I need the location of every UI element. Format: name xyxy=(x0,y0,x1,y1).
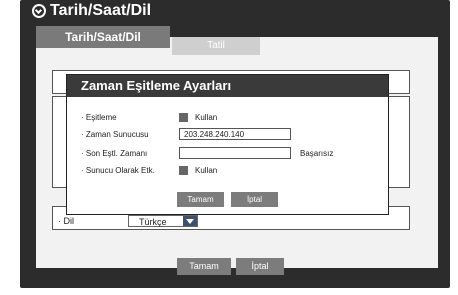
last-sync-status: Başarısız xyxy=(300,149,334,158)
chevron-down-icon[interactable] xyxy=(183,216,197,226)
time-server-input[interactable]: 203.248.240.140 xyxy=(179,128,291,140)
dialog-title: Zaman Eşitleme Ayarları xyxy=(67,75,388,97)
dialog-ok-button[interactable]: Tamam xyxy=(177,192,224,207)
last-sync-label: · Son Eştl. Zamanı xyxy=(81,149,148,158)
sync-checkbox[interactable] xyxy=(179,113,188,122)
dialog-cancel-button[interactable]: İptal xyxy=(231,192,278,207)
tab-date-time-language[interactable]: Tarih/Saat/Dil xyxy=(36,26,170,48)
time-server-label: · Zaman Sunucusu xyxy=(81,130,149,139)
ok-button[interactable]: Tamam xyxy=(177,258,231,275)
server-enable-checkbox-label: Kullan xyxy=(195,166,218,175)
server-enable-label: · Sunucu Olarak Etk. xyxy=(81,166,155,175)
tab-holiday[interactable]: Tatil xyxy=(172,37,260,55)
window-title-text: Tarih/Saat/Dil xyxy=(50,2,152,19)
sync-checkbox-label: Kullan xyxy=(195,113,218,122)
cancel-button[interactable]: İptal xyxy=(236,258,284,275)
sync-label: · Eşitleme xyxy=(81,113,117,122)
time-sync-dialog: Zaman Eşitleme Ayarları · Eşitleme Kulla… xyxy=(66,74,389,215)
language-value: Türkçe xyxy=(139,217,167,227)
clock-icon xyxy=(32,4,46,18)
server-enable-checkbox[interactable] xyxy=(179,166,188,175)
last-sync-field xyxy=(179,147,291,159)
language-label: · Dil xyxy=(58,216,74,226)
window-title: Tarih/Saat/Dil xyxy=(32,2,151,20)
language-select[interactable]: Türkçe xyxy=(128,215,198,227)
